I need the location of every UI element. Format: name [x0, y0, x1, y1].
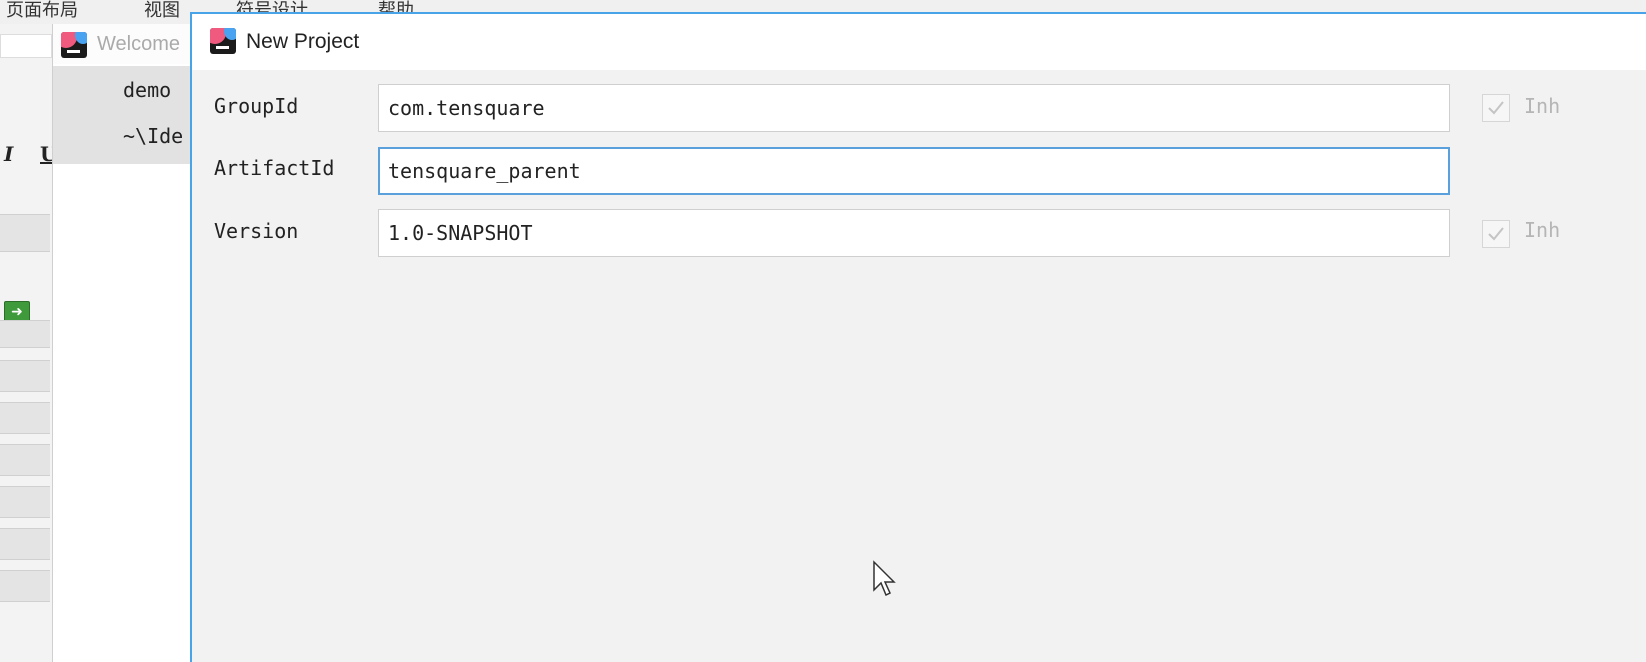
recent-project-item[interactable]: demo ~\Ide: [53, 66, 203, 164]
background-field: [0, 34, 52, 58]
check-icon: [1488, 101, 1504, 115]
welcome-titlebar: Welcome: [53, 24, 203, 64]
italic-button[interactable]: I: [4, 142, 13, 166]
welcome-window: Welcome demo ~\Ide: [52, 24, 203, 662]
new-project-dialog: New Project GroupId com.tensquare Inh Ar…: [190, 12, 1646, 662]
background-row: [0, 360, 50, 392]
recent-project-path: ~\Ide: [123, 124, 184, 148]
version-label: Version: [214, 219, 299, 243]
background-row: [0, 214, 50, 252]
menu-item-page-layout[interactable]: 页面布局: [6, 0, 78, 22]
check-icon: [1488, 227, 1504, 241]
artifact-id-input[interactable]: tensquare_parent: [378, 147, 1450, 195]
welcome-title: Welcome: [97, 33, 180, 55]
background-row: [0, 402, 50, 434]
artifact-id-label: ArtifactId: [214, 156, 335, 180]
background-row: [0, 320, 50, 348]
menu-item-view[interactable]: 视图: [144, 0, 180, 22]
background-row: [0, 528, 50, 560]
group-id-input[interactable]: com.tensquare: [378, 84, 1450, 132]
background-row: [0, 570, 50, 602]
background-row: [0, 486, 50, 518]
intellij-logo-icon: [210, 28, 236, 54]
version-inherit-checkbox[interactable]: [1482, 220, 1510, 248]
intellij-logo-icon: [61, 32, 87, 58]
version-input[interactable]: 1.0-SNAPSHOT: [378, 209, 1450, 257]
dialog-titlebar[interactable]: New Project: [192, 14, 1646, 70]
background-row: [0, 444, 50, 476]
dialog-title: New Project: [246, 30, 360, 53]
version-inherit-label: Inh: [1524, 218, 1561, 242]
group-id-inherit-checkbox[interactable]: [1482, 94, 1510, 122]
mouse-cursor-icon: [873, 560, 896, 597]
group-id-label: GroupId: [214, 94, 299, 118]
recent-project-name: demo: [123, 78, 172, 102]
group-id-inherit-label: Inh: [1524, 94, 1561, 118]
background-toolbar-panel: I U ➜: [0, 24, 57, 662]
